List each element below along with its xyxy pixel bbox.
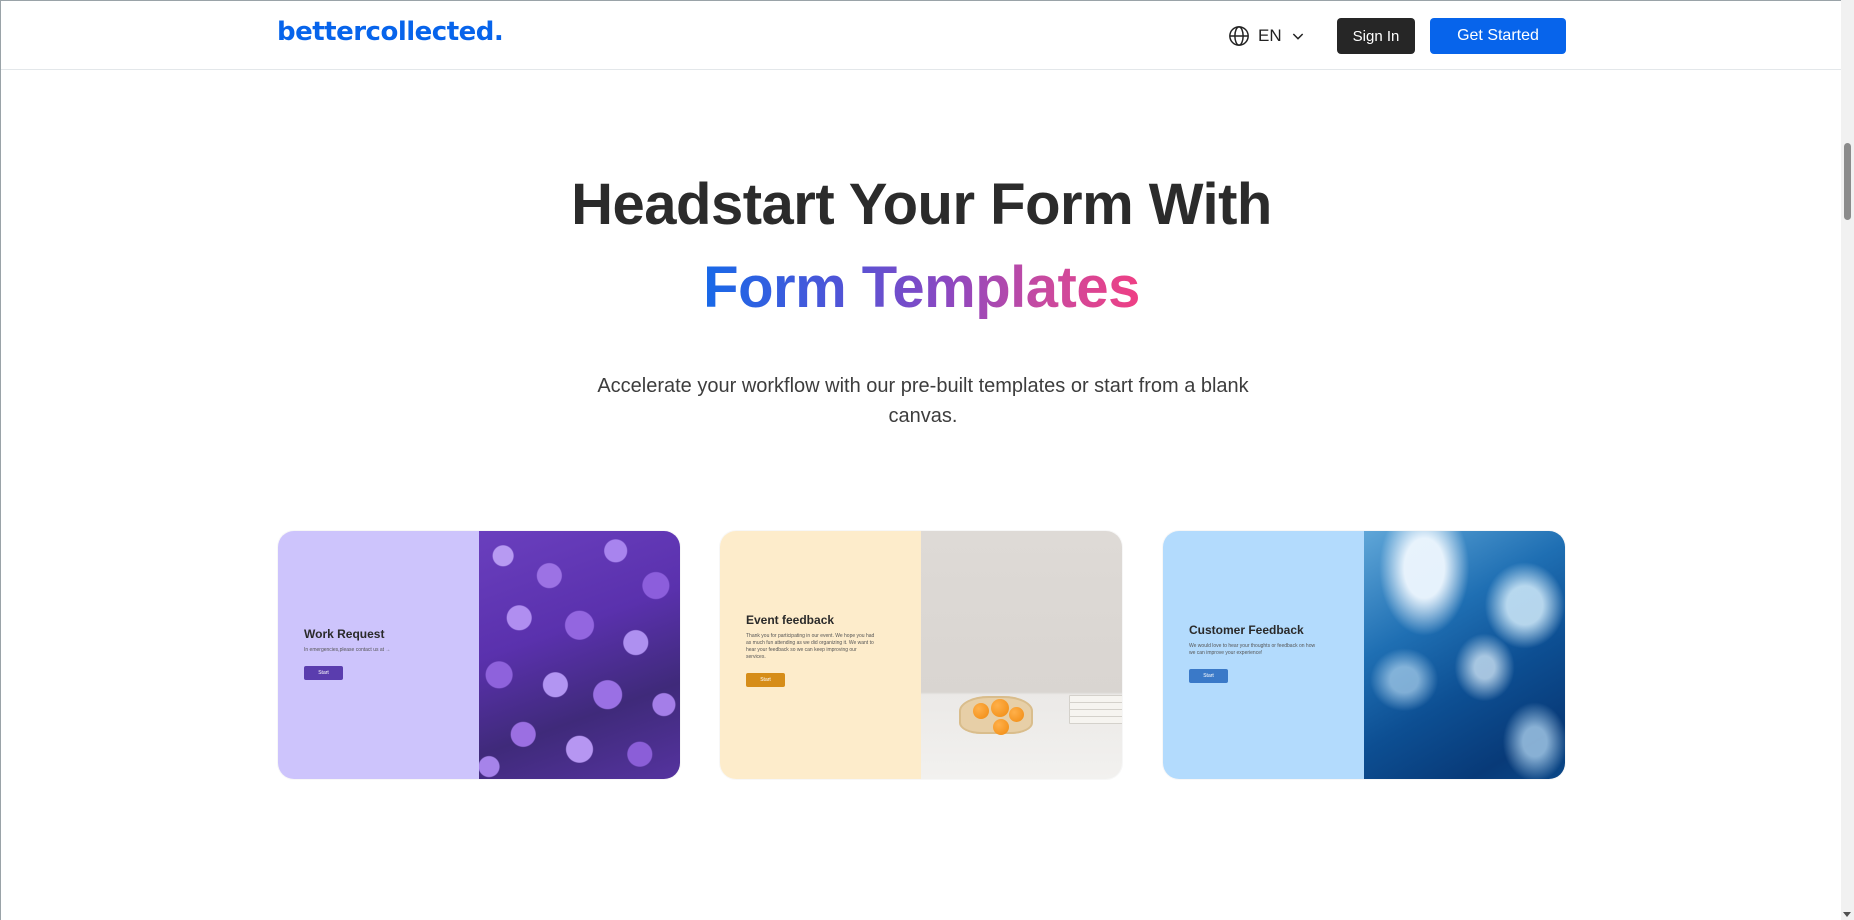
get-started-button[interactable]: Get Started (1430, 18, 1566, 54)
hero-title-gradient-text: Form Templates (703, 255, 1140, 320)
template-title: Event feedback (746, 613, 835, 627)
template-preview-panel: Work Request In emergencies,please conta… (278, 531, 479, 779)
template-card-customer-feedback[interactable]: Customer Feedback We would love to hear … (1163, 531, 1565, 779)
template-image-ocean-waves (1364, 531, 1565, 779)
brand-logo[interactable]: bettercollected. (277, 17, 504, 47)
scrollbar-thumb[interactable] (1844, 143, 1851, 220)
template-preview-panel: Customer Feedback We would love to hear … (1163, 531, 1364, 779)
page: bettercollected. EN Sign In Get Started … (0, 0, 1842, 920)
template-start-button: Start (746, 673, 785, 687)
template-description: In emergencies,please contact us at → (304, 647, 391, 653)
scroll-down-arrow-icon[interactable] (1843, 912, 1851, 917)
vertical-scrollbar[interactable] (1841, 0, 1854, 920)
chevron-down-icon (1290, 28, 1306, 44)
globe-icon (1228, 25, 1250, 47)
template-start-button: Start (1189, 669, 1228, 683)
hero-subtitle: Accelerate your workflow with our pre-bu… (597, 375, 1249, 427)
template-card-event-feedback[interactable]: Event feedback Thank you for participati… (720, 531, 1122, 779)
top-navbar: bettercollected. EN Sign In Get Started (1, 1, 1842, 70)
sign-in-button[interactable]: Sign In (1337, 18, 1415, 54)
template-image-purple-flowers (479, 531, 680, 779)
hero-title: Headstart Your Form With (571, 172, 1272, 237)
template-preview-panel: Event feedback Thank you for participati… (720, 531, 921, 779)
template-card-work-request[interactable]: Work Request In emergencies,please conta… (278, 531, 680, 779)
language-label: EN (1258, 26, 1282, 45)
template-image-fruit-and-books (921, 531, 1122, 779)
template-title: Customer Feedback (1189, 623, 1304, 637)
template-description: Thank you for participating in our event… (746, 633, 875, 660)
language-selector[interactable]: EN (1228, 23, 1306, 49)
hero-title-highlight: Form Templates (1, 252, 1842, 324)
template-start-button: Start (304, 666, 343, 680)
template-description: We would love to hear your thoughts or f… (1189, 643, 1316, 656)
template-title: Work Request (304, 627, 385, 641)
